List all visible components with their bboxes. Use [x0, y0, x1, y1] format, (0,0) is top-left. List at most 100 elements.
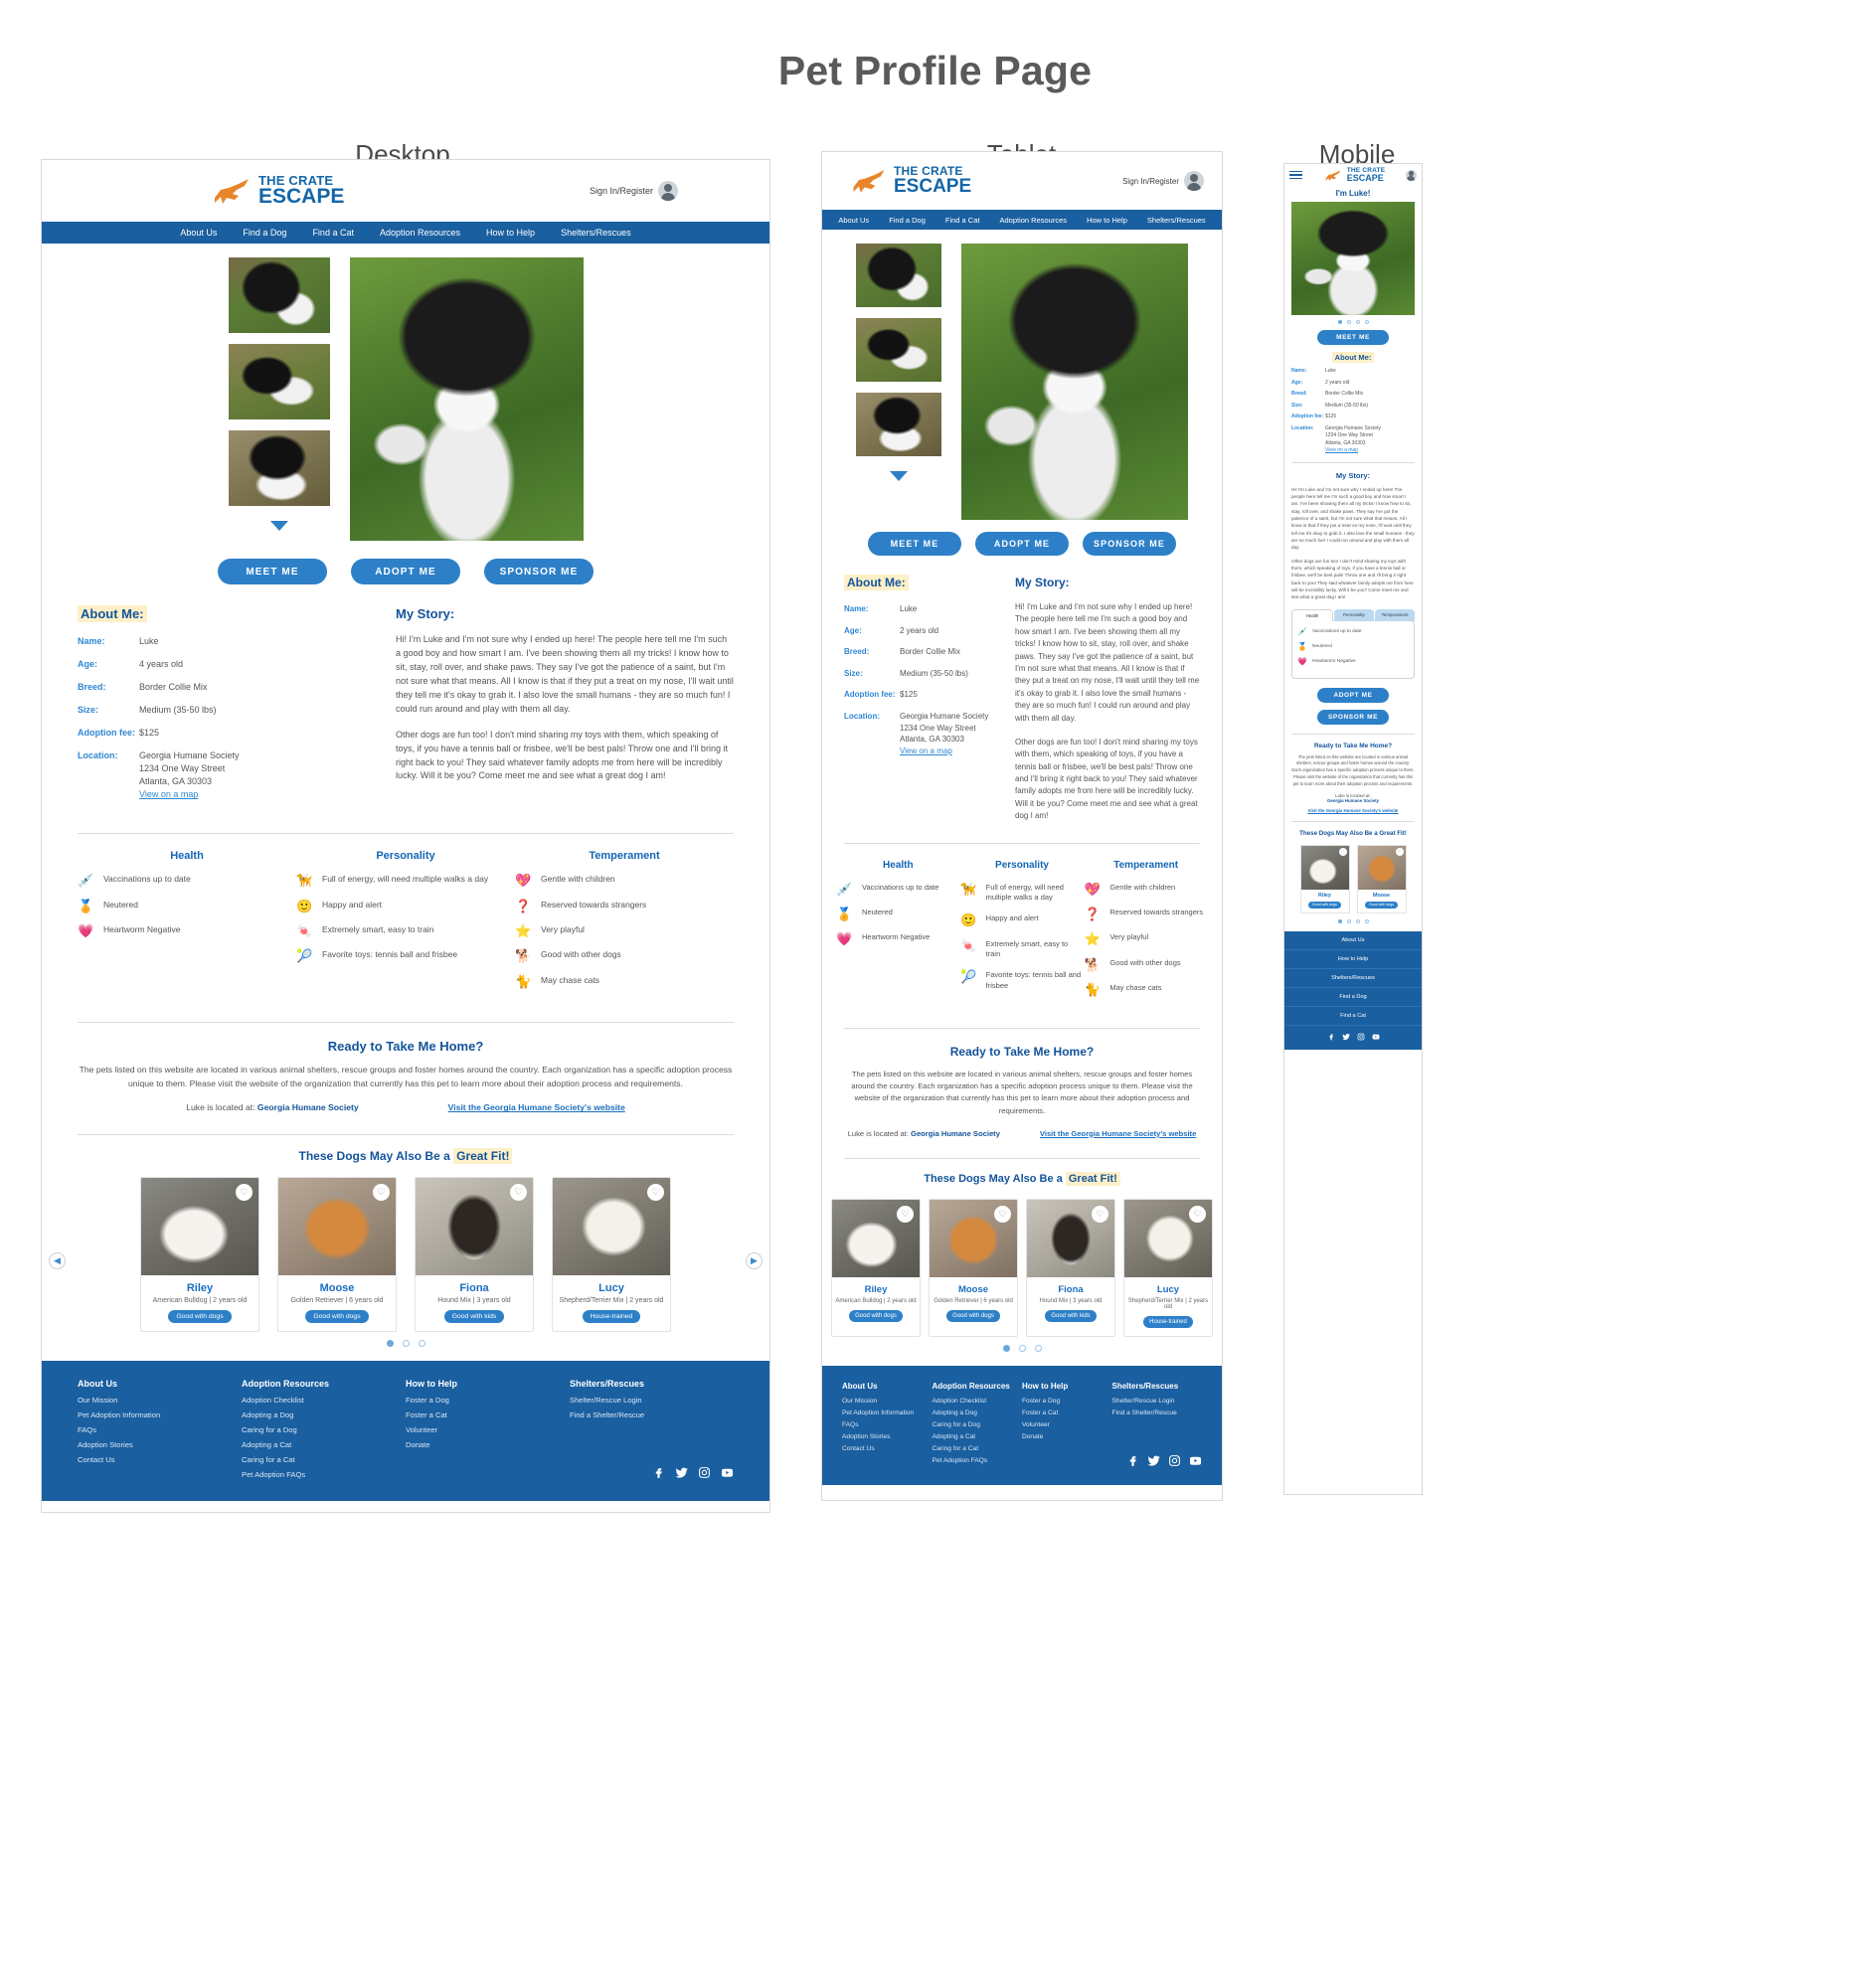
carousel-dot[interactable]	[1034, 1344, 1042, 1352]
youtube-icon[interactable]	[1372, 1033, 1380, 1041]
chevron-down-icon[interactable]	[269, 521, 288, 531]
facebook-icon[interactable]	[652, 1466, 665, 1479]
nav-item-adoption-resources[interactable]: Adoption Resources	[380, 228, 460, 238]
sponsor-me-button[interactable]: SPONSOR ME	[1317, 709, 1389, 725]
footer-link[interactable]: Adopting a Cat	[242, 1440, 406, 1449]
nav-item-find-a-cat[interactable]: Find a Cat	[945, 216, 980, 225]
pet-thumb-2[interactable]	[856, 318, 941, 382]
hamburger-menu-icon[interactable]	[1289, 170, 1302, 180]
pet-hero-photo[interactable]	[349, 257, 584, 541]
footer-link[interactable]: Contact Us	[842, 1445, 933, 1452]
heart-outline-icon[interactable]: ♡	[1338, 847, 1347, 856]
sponsor-me-button[interactable]: SPONSOR ME	[484, 559, 594, 584]
pet-hero-photo[interactable]	[1291, 202, 1415, 315]
footer-link[interactable]: Caring for a Cat	[242, 1455, 406, 1464]
nav-item-about-us[interactable]: About Us	[180, 228, 217, 238]
sign-in-register[interactable]: Sign In/Register	[590, 181, 678, 201]
heart-outline-icon[interactable]: ♡	[1189, 1205, 1206, 1223]
footer-link[interactable]: Shelter/Rescue Login	[570, 1396, 734, 1405]
meet-me-button[interactable]: MEET ME	[868, 532, 961, 556]
footer-link[interactable]: Volunteer	[1022, 1421, 1112, 1428]
tab-health[interactable]: Health	[1291, 608, 1333, 621]
footer-link[interactable]: Adoption Checklist	[242, 1396, 406, 1405]
visit-shelter-website-link[interactable]: Visit the Georgia Humane Society's websi…	[1040, 1129, 1196, 1138]
heart-outline-icon[interactable]: ♡	[647, 1184, 664, 1202]
nav-item-how-to-help[interactable]: How to Help	[486, 228, 535, 238]
suggested-card[interactable]: ♡ Fiona Hound Mix | 3 years old Good wit…	[415, 1177, 534, 1333]
footer-link[interactable]: Adoption Checklist	[933, 1398, 1023, 1405]
carousel-dot[interactable]	[418, 1340, 425, 1348]
footer-link[interactable]: Adoption Stories	[842, 1433, 933, 1440]
mobile-nav-item-find-a-cat[interactable]: Find a Cat	[1284, 1006, 1422, 1026]
suggested-card[interactable]: ♡ Fiona Hound Mix | 3 years old Good wit…	[1026, 1198, 1115, 1337]
gallery-dot[interactable]	[1355, 320, 1360, 324]
heart-outline-icon[interactable]: ♡	[1092, 1205, 1108, 1223]
pet-hero-photo[interactable]	[961, 244, 1188, 520]
carousel-dot[interactable]	[1337, 918, 1342, 923]
nav-item-shelters-rescues[interactable]: Shelters/Rescues	[1147, 216, 1206, 225]
adopt-me-button[interactable]: ADOPT ME	[1317, 687, 1389, 703]
suggested-card[interactable]: ♡ Riley American Bulldog | 2 years old G…	[831, 1198, 921, 1337]
instagram-icon[interactable]	[1168, 1454, 1181, 1467]
adopt-me-button[interactable]: ADOPT ME	[975, 532, 1069, 556]
gallery-dot[interactable]	[1346, 320, 1351, 324]
nav-item-find-a-cat[interactable]: Find a Cat	[312, 228, 354, 238]
carousel-dot[interactable]	[386, 1340, 394, 1348]
heart-outline-icon[interactable]: ♡	[236, 1184, 253, 1202]
nav-item-how-to-help[interactable]: How to Help	[1087, 216, 1127, 225]
heart-outline-icon[interactable]: ♡	[897, 1205, 914, 1223]
suggested-card[interactable]: ♡ Moose Good with dogs	[1356, 844, 1407, 913]
brand-logo[interactable]: THE CRATE ESCAPE	[1323, 167, 1386, 183]
brand-logo[interactable]: THE CRATE ESCAPE	[848, 165, 971, 196]
tab-temperament[interactable]: Temperament	[1375, 608, 1415, 621]
suggested-card[interactable]: ♡ Moose Golden Retriever | 6 years old G…	[929, 1198, 1018, 1337]
footer-link[interactable]: Adopting a Dog	[242, 1410, 406, 1419]
brand-logo[interactable]: THE CRATE ESCAPE	[209, 174, 344, 207]
carousel-dot[interactable]	[1018, 1344, 1026, 1352]
carousel-dot[interactable]	[402, 1340, 410, 1348]
visit-shelter-website-link[interactable]: Visit the Georgia Humane Society's websi…	[448, 1102, 625, 1112]
carousel-dot[interactable]	[1355, 918, 1360, 923]
pet-thumb-1[interactable]	[228, 257, 330, 333]
pet-thumb-3[interactable]	[228, 430, 330, 506]
footer-link[interactable]: Caring for a Dog	[933, 1421, 1023, 1428]
footer-link[interactable]: Adoption Stories	[78, 1440, 242, 1449]
suggested-card[interactable]: ♡ Moose Golden Retriever | 6 years old G…	[277, 1177, 397, 1333]
footer-link[interactable]: Our Mission	[78, 1396, 242, 1405]
footer-link[interactable]: Foster a Cat	[1022, 1409, 1112, 1416]
heart-outline-icon[interactable]: ♡	[510, 1184, 527, 1202]
nav-item-find-a-dog[interactable]: Find a Dog	[889, 216, 926, 225]
footer-link[interactable]: FAQs	[78, 1425, 242, 1434]
heart-outline-icon[interactable]: ♡	[994, 1205, 1011, 1223]
footer-link[interactable]: Caring for a Cat	[933, 1445, 1023, 1452]
mobile-nav-item-about-us[interactable]: About Us	[1284, 930, 1422, 950]
carousel-dot[interactable]	[1002, 1344, 1010, 1352]
mobile-nav-item-how-to-help[interactable]: How to Help	[1284, 949, 1422, 969]
gallery-dot[interactable]	[1337, 320, 1342, 324]
meet-me-button[interactable]: MEET ME	[218, 559, 327, 584]
footer-link[interactable]: Donate	[406, 1440, 570, 1449]
adopt-me-button[interactable]: ADOPT ME	[351, 559, 460, 584]
user-avatar-icon[interactable]	[658, 181, 678, 201]
heart-outline-icon[interactable]: ♡	[373, 1184, 390, 1202]
instagram-icon[interactable]	[1357, 1033, 1365, 1041]
heart-outline-icon[interactable]: ♡	[1395, 847, 1404, 856]
sponsor-me-button[interactable]: SPONSOR ME	[1083, 532, 1176, 556]
footer-link[interactable]: Pet Adoption Information	[842, 1409, 933, 1416]
view-on-map-link[interactable]: View on a map	[139, 788, 240, 801]
suggested-card[interactable]: ♡ Lucy Shepherd/Terrier Mix | 2 years ol…	[552, 1177, 671, 1333]
suggested-card[interactable]: ♡ Lucy Shepherd/Terrier Mix | 2 years ol…	[1123, 1198, 1213, 1337]
footer-link[interactable]: Shelter/Rescue Login	[1112, 1398, 1203, 1405]
footer-link[interactable]: Contact Us	[78, 1455, 242, 1464]
footer-link[interactable]: Donate	[1022, 1433, 1112, 1440]
nav-item-find-a-dog[interactable]: Find a Dog	[243, 228, 286, 238]
carousel-dot[interactable]	[1364, 918, 1369, 923]
mobile-nav-item-find-a-dog[interactable]: Find a Dog	[1284, 987, 1422, 1007]
twitter-icon[interactable]	[1147, 1454, 1160, 1467]
suggested-card[interactable]: ♡ Riley Good with dogs	[1299, 844, 1350, 913]
view-on-map-link[interactable]: View on a map	[1325, 447, 1381, 455]
user-avatar-icon[interactable]	[1184, 171, 1204, 191]
nav-item-shelters-rescues[interactable]: Shelters/Rescues	[561, 228, 631, 238]
gallery-dot[interactable]	[1364, 320, 1369, 324]
tab-personality[interactable]: Personality	[1334, 608, 1374, 621]
